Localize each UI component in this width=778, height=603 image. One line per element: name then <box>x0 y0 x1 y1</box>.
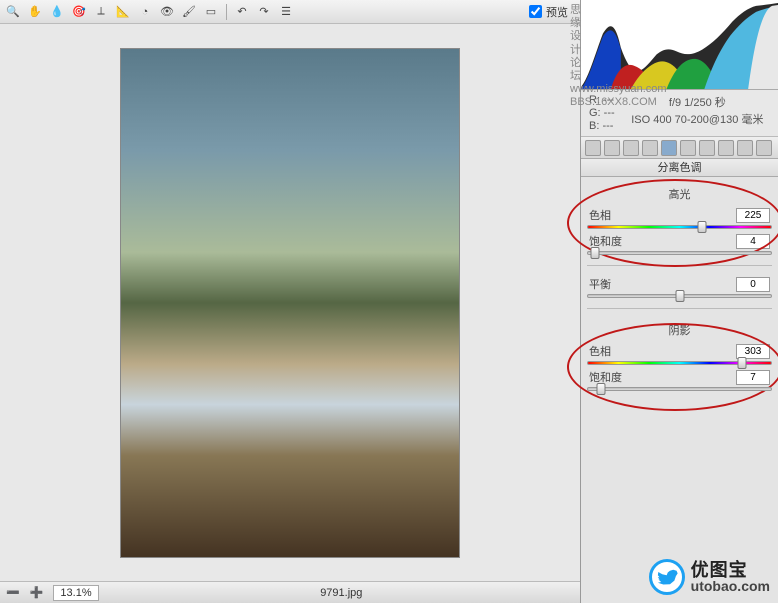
tab-presets[interactable] <box>737 140 753 156</box>
sh-sat-label: 饱和度 <box>589 369 622 385</box>
b-value: B: --- <box>589 120 615 132</box>
canvas-area[interactable] <box>0 24 580 581</box>
tab-curve[interactable] <box>604 140 620 156</box>
tab-hsl[interactable] <box>642 140 658 156</box>
sliders-area: 高光 色相 225 饱和度 4 平衡 0 <box>581 177 778 603</box>
balance-value[interactable]: 0 <box>736 277 770 292</box>
straighten-icon[interactable]: 📐 <box>114 3 132 21</box>
spot-heal-icon[interactable]: ◔ <box>136 3 154 21</box>
tab-basic[interactable] <box>585 140 601 156</box>
redeye-icon[interactable]: 👁 <box>158 3 176 21</box>
separator <box>226 4 227 20</box>
photo-preview <box>120 48 460 558</box>
balance-label: 平衡 <box>589 276 611 292</box>
rotate-ccw-icon[interactable]: ↶ <box>233 3 251 21</box>
tab-split-toning[interactable] <box>661 140 677 156</box>
zoom-icon[interactable]: 🔍 <box>4 3 22 21</box>
gradient-icon[interactable]: ▭ <box>202 3 220 21</box>
eyedropper-icon[interactable]: 💧 <box>48 3 66 21</box>
exposure-label: f/9 1/250 秒 <box>625 94 770 110</box>
color-sampler-icon[interactable]: 🎯 <box>70 3 88 21</box>
preview-checkbox[interactable]: 预览 <box>529 4 568 20</box>
main-toolbar: 🔍 ✋ 💧 🎯 ⟂ 📐 ◔ 👁 🖌 ▭ ↶ ↷ ☰ 预览 <box>0 0 580 24</box>
hl-hue-thumb[interactable] <box>698 221 707 233</box>
r-value: R: --- <box>589 94 615 106</box>
filename-label: 9791.jpg <box>320 587 362 599</box>
tab-lens[interactable] <box>680 140 696 156</box>
g-value: G: --- <box>589 107 615 119</box>
sh-sat-value[interactable]: 7 <box>736 370 770 385</box>
tab-fx[interactable] <box>699 140 715 156</box>
preview-label: 预览 <box>546 4 568 20</box>
zoom-level[interactable]: 13.1% <box>53 585 98 601</box>
sh-hue-label: 色相 <box>589 343 611 359</box>
camera-info: R: --- G: --- B: --- f/9 1/250 秒 ISO 400… <box>581 90 778 137</box>
shadows-title: 阴影 <box>587 319 772 343</box>
panel-title: 分离色调 <box>581 159 778 177</box>
divider <box>587 308 772 309</box>
hl-hue-value[interactable]: 225 <box>736 208 770 223</box>
sh-hue-thumb[interactable] <box>737 357 746 369</box>
tab-calib[interactable] <box>718 140 734 156</box>
hl-sat-thumb[interactable] <box>591 247 600 259</box>
balance-thumb[interactable] <box>675 290 684 302</box>
sh-hue-slider[interactable] <box>587 361 772 365</box>
tab-detail[interactable] <box>623 140 639 156</box>
prefs-icon[interactable]: ☰ <box>277 3 295 21</box>
tab-snapshots[interactable] <box>756 140 772 156</box>
sh-sat-slider[interactable] <box>587 387 772 391</box>
balance-slider[interactable] <box>587 294 772 298</box>
zoom-in-icon[interactable]: ➕ <box>30 586 44 599</box>
highlights-title: 高光 <box>587 183 772 207</box>
adjust-brush-icon[interactable]: 🖌 <box>180 3 198 21</box>
adjustment-tabs <box>581 137 778 159</box>
histogram <box>581 0 778 90</box>
iso-lens-label: ISO 400 70-200@130 毫米 <box>625 111 770 127</box>
hand-icon[interactable]: ✋ <box>26 3 44 21</box>
divider <box>587 265 772 266</box>
crop-icon[interactable]: ⟂ <box>92 3 110 21</box>
hl-sat-slider[interactable] <box>587 251 772 255</box>
preview-toggle[interactable] <box>529 5 542 18</box>
hl-hue-label: 色相 <box>589 207 611 223</box>
sh-sat-thumb[interactable] <box>596 383 605 395</box>
hl-sat-value[interactable]: 4 <box>736 234 770 249</box>
status-bar: ➖ ➕ 13.1% 9791.jpg <box>0 581 580 603</box>
rotate-cw-icon[interactable]: ↷ <box>255 3 273 21</box>
zoom-out-icon[interactable]: ➖ <box>6 586 20 599</box>
hl-hue-slider[interactable] <box>587 225 772 229</box>
